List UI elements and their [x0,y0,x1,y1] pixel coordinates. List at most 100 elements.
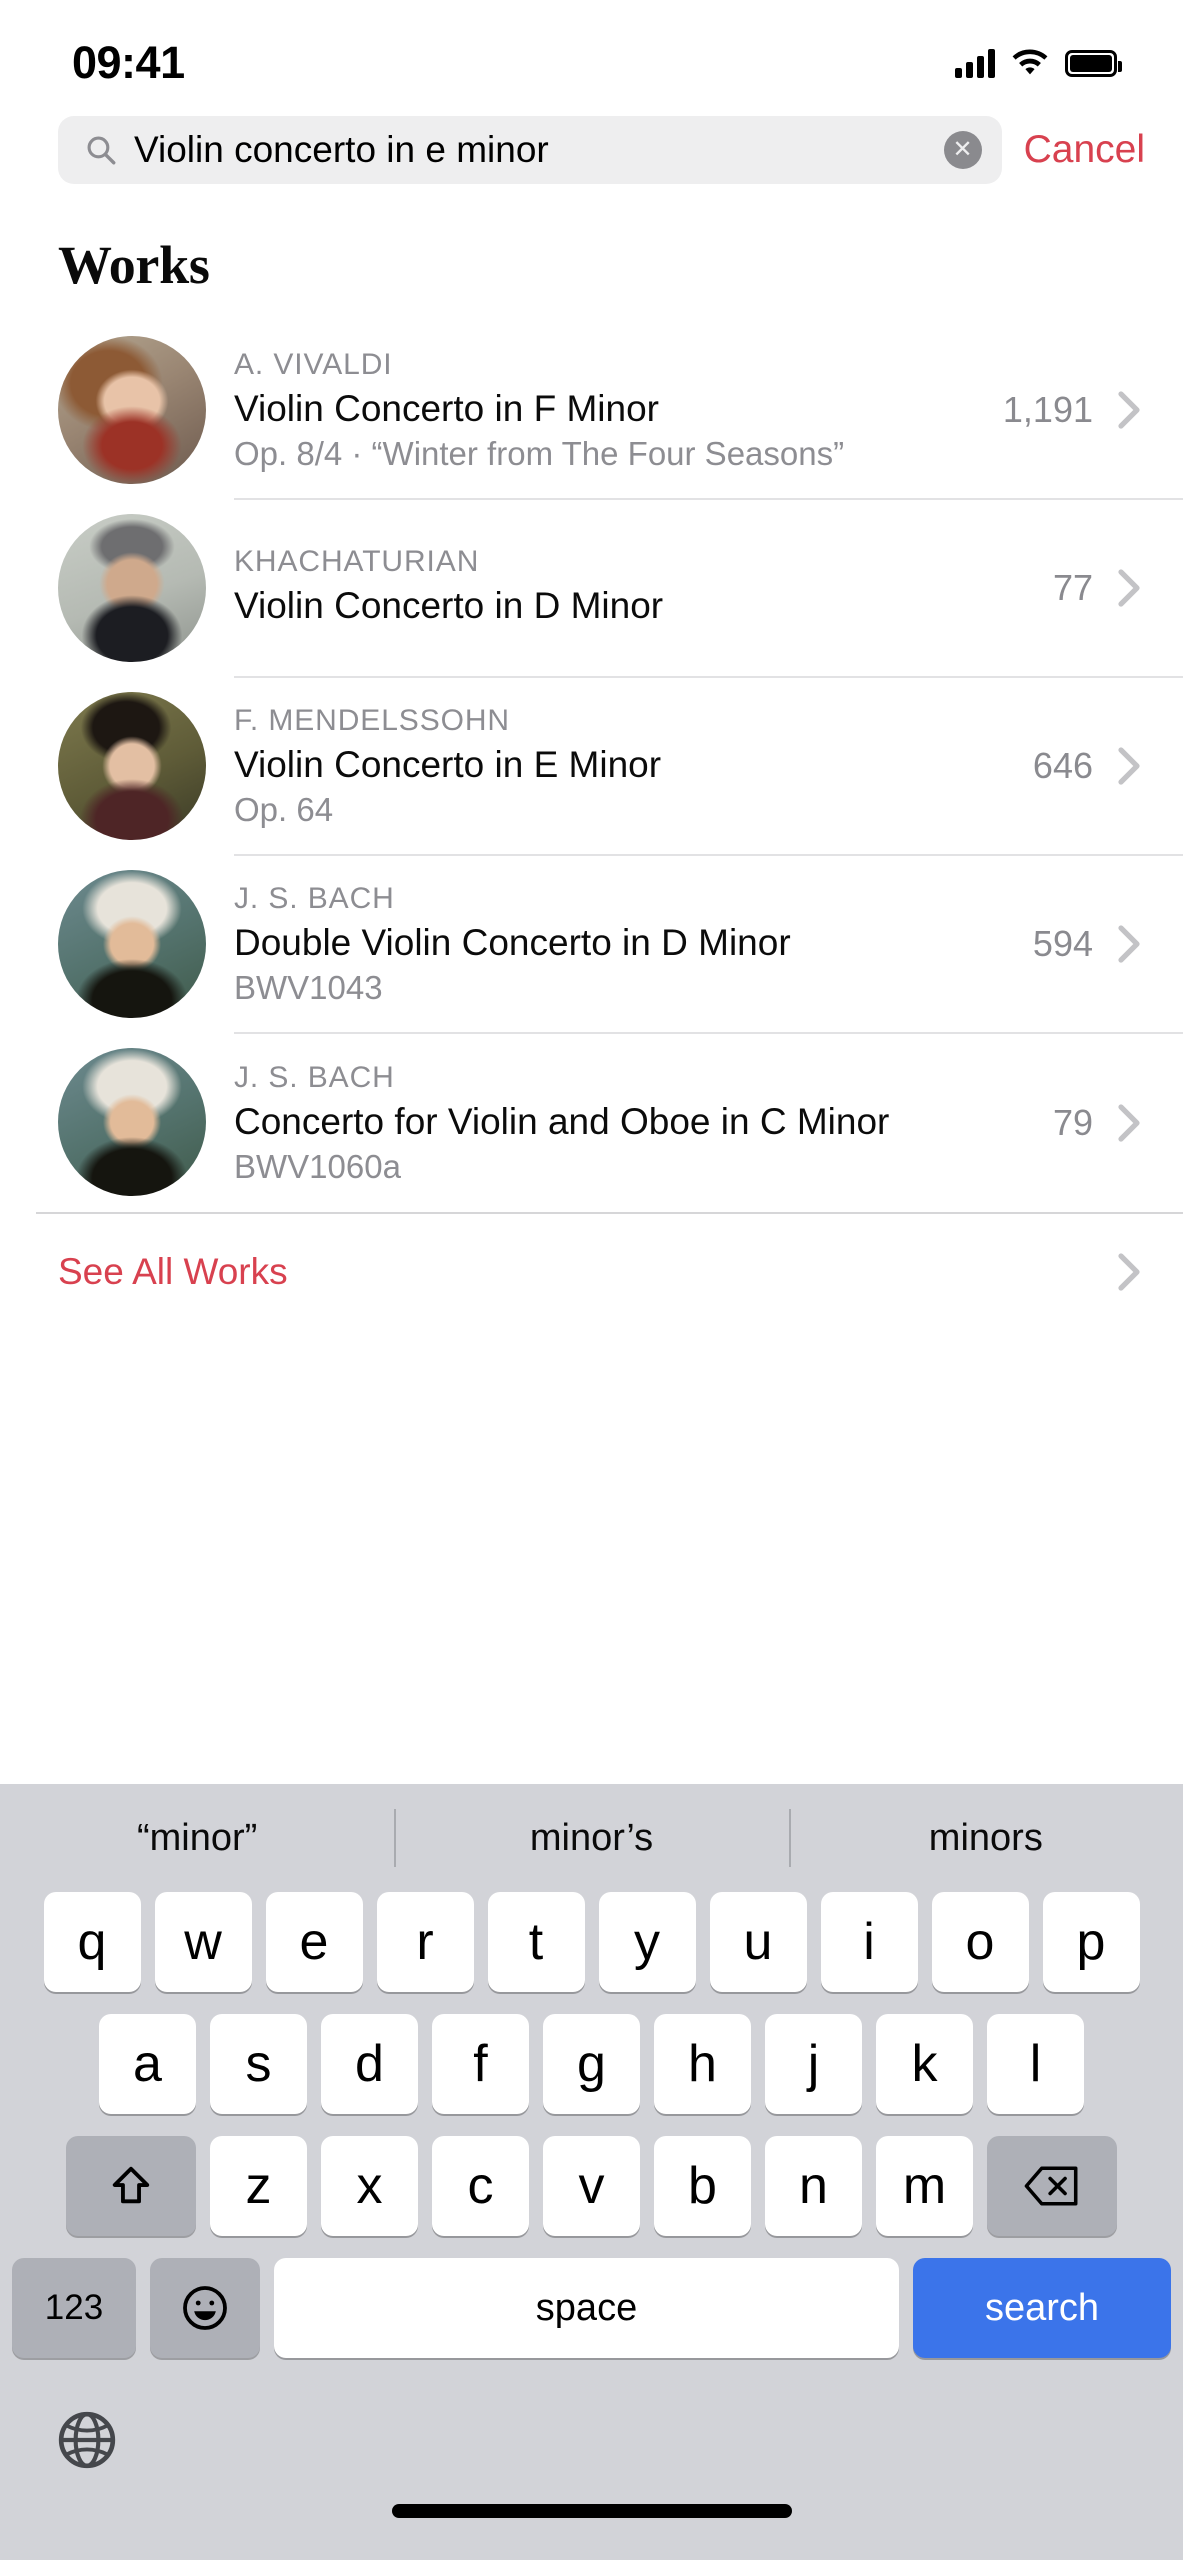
key-r[interactable]: r [376,1892,474,1992]
work-title: Violin Concerto in F Minor [234,387,659,429]
search-input[interactable]: Violin concerto in e minor ✕ [58,116,1002,184]
see-all-label: See All Works [58,1251,288,1292]
work-subtitle: Op. 64 [234,790,334,828]
chevron-right-icon [1118,1104,1140,1142]
keyboard-row-4: 123 space search [0,2258,1183,2358]
key-e[interactable]: e [265,1892,363,1992]
avatar [58,692,206,840]
key-n[interactable]: n [765,2136,862,2236]
table-row[interactable]: KHACHATURIAN Violin Concerto in D Minor … [58,500,1183,678]
avatar [58,870,206,1018]
work-subtitle: BWV1060a [234,1147,401,1185]
key-c[interactable]: c [432,2136,529,2236]
recording-count: 594 [1032,923,1093,964]
keyboard-row-2: a s d f g h j k l [0,2014,1183,2114]
magnifier-icon [87,136,116,165]
search-results: Works A. VIVALDI Violin Concerto in F Mi… [0,196,1183,1784]
key-o[interactable]: o [931,1892,1029,1992]
keyboard-row-3: z x c v b n m [0,2136,1183,2236]
home-indicator[interactable] [391,2504,792,2518]
autocorrect-suggestion-bar: “minor” minor’s minors [0,1784,1183,1892]
keyboard-row-1: q w e r t y u i o p [0,1892,1183,1992]
work-title: Violin Concerto in D Minor [234,584,664,626]
wifi-icon [1012,49,1048,75]
backspace-key-icon[interactable] [987,2136,1117,2236]
shift-key-icon[interactable] [66,2136,196,2236]
table-row[interactable]: A. VIVALDI Violin Concerto in F Minor Op… [58,322,1183,500]
avatar [58,514,206,662]
recording-count: 77 [1052,567,1093,608]
globe-icon[interactable] [56,2409,118,2471]
composer-name: A. VIVALDI [234,347,393,381]
chevron-right-icon [1118,569,1140,607]
cellular-bars-icon [955,48,995,78]
key-l[interactable]: l [987,2014,1084,2114]
search-query-text: Violin concerto in e minor [134,129,549,170]
table-row[interactable]: J. S. BACH Concerto for Violin and Oboe … [58,1034,1183,1212]
cancel-button[interactable]: Cancel [1024,128,1155,172]
chevron-right-icon [1118,925,1140,963]
chevron-right-icon [1118,747,1140,785]
recording-count: 79 [1052,1102,1093,1143]
table-row[interactable]: J. S. BACH Double Violin Concerto in D M… [58,856,1183,1034]
emoji-key-icon[interactable] [150,2258,260,2358]
onscreen-keyboard: “minor” minor’s minors q w e r t y u i o… [0,1784,1183,2560]
suggestion-chip[interactable]: minors [789,1817,1183,1860]
numbers-key[interactable]: 123 [12,2258,136,2358]
status-bar: 09:41 [0,0,1183,104]
suggestion-chip[interactable]: minor’s [394,1817,788,1860]
recording-count: 1,191 [1002,389,1093,430]
space-key[interactable]: space [274,2258,899,2358]
chevron-right-icon [1118,1253,1140,1291]
key-q[interactable]: q [43,1892,141,1992]
key-j[interactable]: j [765,2014,862,2114]
search-return-key[interactable]: search [913,2258,1171,2358]
page-title: Works [58,235,210,295]
work-subtitle: Op. 8/4 · “Winter from The Four Seasons” [234,434,845,472]
composer-name: J. S. BACH [234,881,395,915]
status-indicators [955,48,1122,78]
delete-left-icon [1024,2166,1078,2206]
key-m[interactable]: m [876,2136,973,2236]
key-k[interactable]: k [876,2014,973,2114]
key-v[interactable]: v [543,2136,640,2236]
globe-row [0,2380,1183,2500]
key-f[interactable]: f [432,2014,529,2114]
key-z[interactable]: z [210,2136,307,2236]
works-list: A. VIVALDI Violin Concerto in F Minor Op… [0,322,1183,1212]
search-bar: Violin concerto in e minor ✕ Cancel [0,104,1183,196]
key-u[interactable]: u [709,1892,807,1992]
shift-arrow-icon [112,2166,150,2204]
key-s[interactable]: s [210,2014,307,2114]
see-all-works-button[interactable]: See All Works [36,1212,1183,1330]
key-d[interactable]: d [321,2014,418,2114]
key-y[interactable]: y [598,1892,696,1992]
composer-name: KHACHATURIAN [234,544,480,578]
home-indicator-area [0,2500,1183,2560]
work-title: Violin Concerto in E Minor [234,743,662,785]
work-title: Double Violin Concerto in D Minor [234,921,791,963]
key-w[interactable]: w [154,1892,252,1992]
clear-search-icon[interactable]: ✕ [943,131,982,169]
composer-name: F. MENDELSSOHN [234,703,510,737]
avatar [58,1048,206,1196]
key-h[interactable]: h [654,2014,751,2114]
key-p[interactable]: p [1042,1892,1140,1992]
iphone-screen: 09:41 Violin concerto in e minor ✕ Cance… [0,0,1183,2560]
table-row[interactable]: F. MENDELSSOHN Violin Concerto in E Mino… [58,678,1183,856]
composer-name: J. S. BACH [234,1060,395,1094]
status-time: 09:41 [72,37,185,88]
key-g[interactable]: g [543,2014,640,2114]
smiley-face-icon [183,2286,227,2330]
recording-count: 646 [1032,745,1093,786]
key-t[interactable]: t [487,1892,585,1992]
work-title: Concerto for Violin and Oboe in C Minor [234,1100,890,1142]
suggestion-chip[interactable]: “minor” [0,1817,394,1860]
key-i[interactable]: i [820,1892,918,1992]
key-x[interactable]: x [321,2136,418,2236]
see-all-container: See All Works [0,1212,1183,1330]
battery-full-icon [1065,49,1122,77]
key-b[interactable]: b [654,2136,751,2236]
key-a[interactable]: a [99,2014,196,2114]
work-subtitle: BWV1043 [234,968,383,1006]
